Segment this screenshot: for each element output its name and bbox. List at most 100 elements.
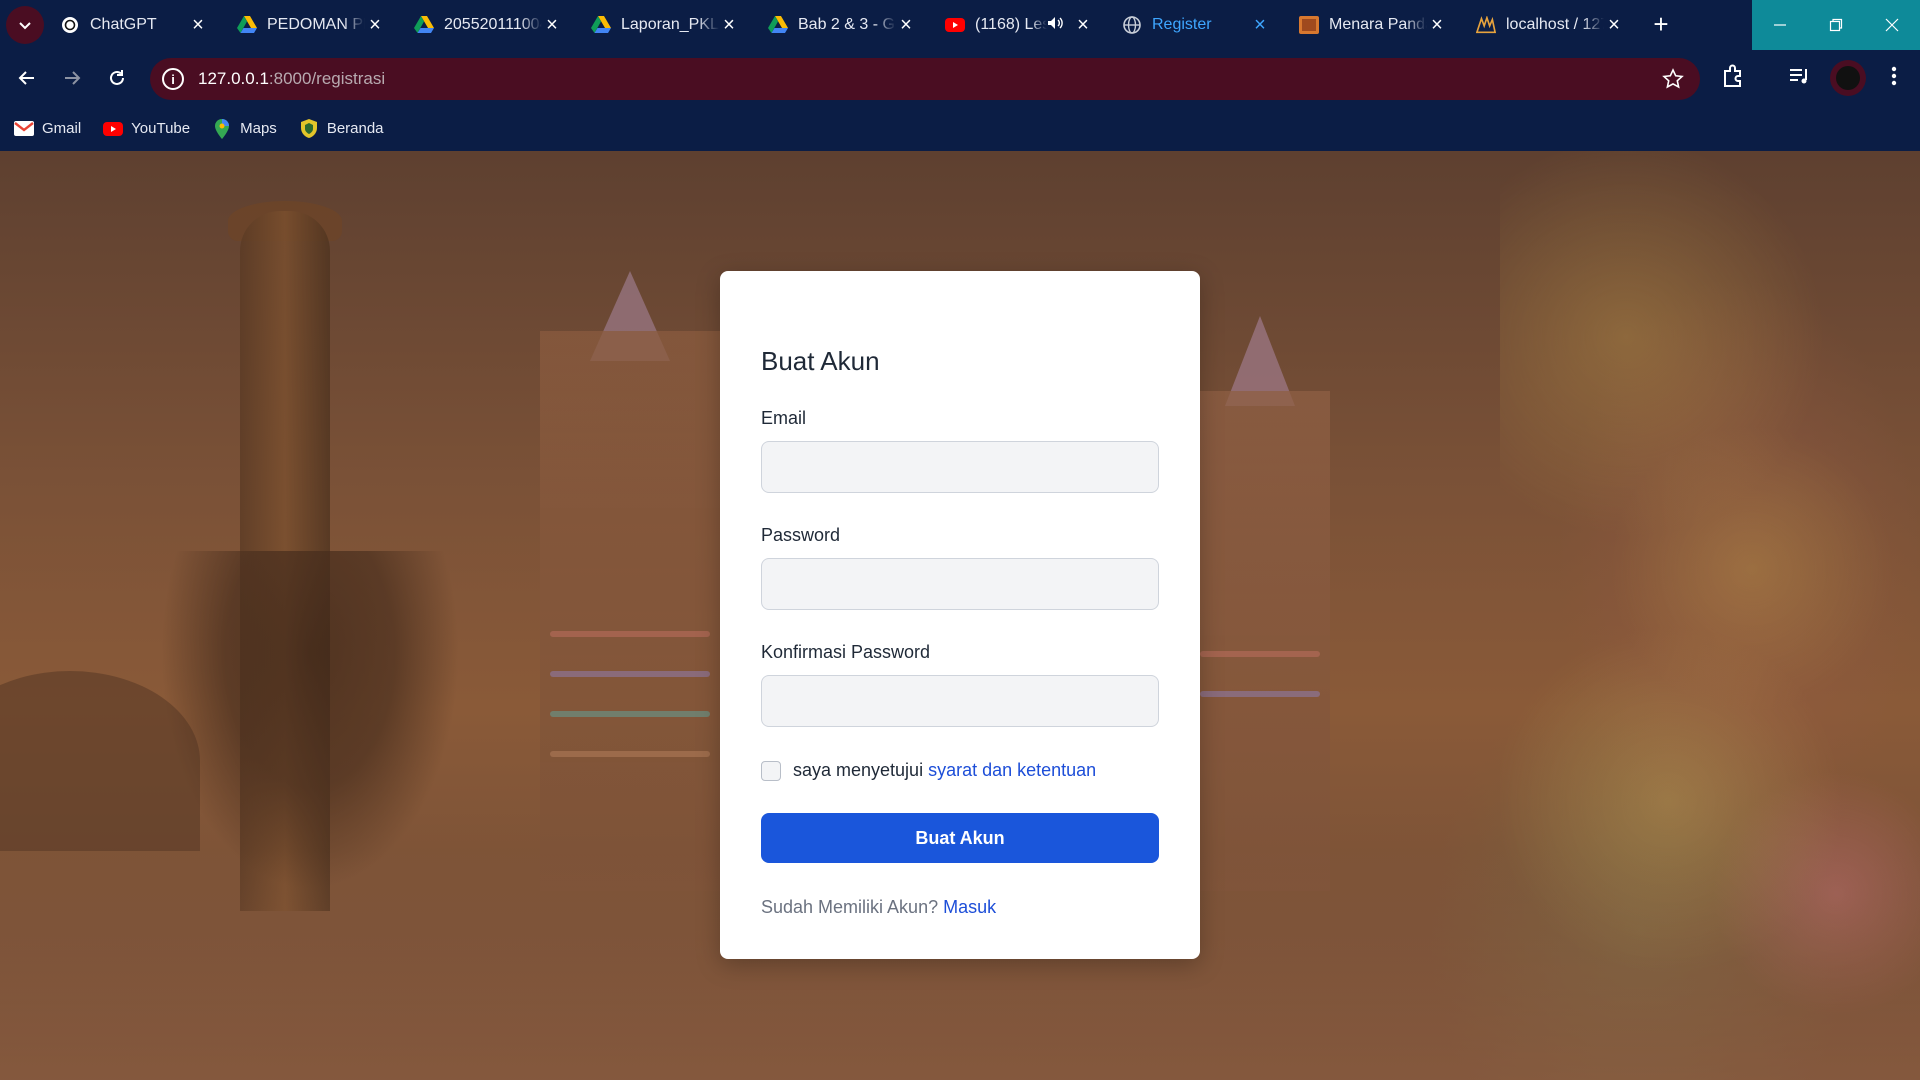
phpmyadmin-icon [1476,15,1496,35]
site-info-icon[interactable]: i [162,68,184,90]
minimize-button[interactable] [1752,0,1808,50]
bookmark-label: Gmail [42,120,82,137]
terms-agree-text: saya menyetujui [793,760,924,780]
tab-bab[interactable]: Bab 2 & 3 - Google × [754,6,926,44]
close-tab-icon[interactable]: × [719,15,739,35]
terms-checkbox[interactable] [761,760,781,781]
tab-title: localhost / 127 [1506,16,1604,33]
close-tab-icon[interactable]: × [1427,15,1447,35]
chevron-down-icon [19,22,31,30]
arrow-left-icon [18,71,34,85]
shield-crest-icon [299,119,319,138]
close-window-button[interactable] [1864,0,1920,50]
arrow-right-icon [65,71,81,85]
tab-title: Laporan_PKL [621,16,719,33]
image-icon [1299,15,1319,35]
background-building [540,331,720,891]
google-drive-icon [237,15,257,35]
gmail-icon [14,120,34,138]
close-tab-icon[interactable]: × [896,15,916,35]
confirm-password-field[interactable] [761,675,1159,727]
tab-title: Bab 2 & 3 - Google [798,16,896,33]
restore-icon [1829,18,1843,32]
bookmark-label: YouTube [131,120,191,137]
chatgpt-icon [60,15,80,35]
media-queue-icon [1790,69,1807,84]
media-controls-button[interactable] [1787,63,1813,94]
password-field[interactable] [761,558,1159,610]
tab-youtube[interactable]: (1168) Lesson × [931,6,1103,44]
browser-menu-button[interactable] [1881,63,1907,94]
url-path: :8000/registrasi [268,69,386,88]
close-tab-icon[interactable]: × [365,15,385,35]
tab-menara[interactable]: Menara Pandang × [1285,6,1457,44]
bookmarks-bar: Gmail YouTube Maps Beranda [0,106,1920,151]
tab-title: Menara Pandang [1329,16,1427,33]
close-tab-icon[interactable]: × [542,15,562,35]
google-drive-icon [768,15,788,35]
close-tab-icon[interactable]: × [1604,15,1624,35]
background-palms [160,551,460,891]
page-title: Buat Akun [761,346,880,376]
browser-toolbar: i 127.0.0.1:8000/registrasi [0,50,1920,106]
close-icon [1885,18,1899,32]
close-tab-icon[interactable]: × [188,15,208,35]
youtube-icon [945,15,965,35]
window-controls [1752,0,1920,50]
login-prompt-row: Sudah Memiliki Akun? Masuk [761,897,996,918]
tab-strip: ChatGPT × PEDOMAN PKL × 2055201110042 × … [0,0,1920,50]
new-tab-button[interactable]: + [1648,11,1674,38]
tab-chatgpt[interactable]: ChatGPT × [46,6,218,44]
bookmark-star-icon[interactable] [1662,68,1684,95]
terms-agreement: saya menyetujui syarat dan ketentuan [761,760,1096,781]
tab-register[interactable]: Register × [1108,6,1280,44]
terms-link[interactable]: syarat dan ketentuan [928,760,1096,781]
tab-drive-file[interactable]: 2055201110042 × [400,6,572,44]
confirm-password-label: Konfirmasi Password [761,642,931,662]
forward-button[interactable] [57,63,87,93]
email-label: Email [761,408,807,428]
back-button[interactable] [12,63,42,93]
tab-localhost[interactable]: localhost / 127 × [1462,6,1634,44]
puzzle-icon [1724,64,1741,87]
google-drive-icon [414,15,434,35]
url-text: 127.0.0.1:8000/registrasi [198,69,385,89]
password-label: Password [761,525,841,545]
tab-title: 2055201110042 [444,16,542,33]
tab-pedoman[interactable]: PEDOMAN PKL × [223,6,395,44]
tab-search-button[interactable] [6,6,44,44]
extensions-button[interactable] [1721,63,1747,94]
reload-button[interactable] [102,63,132,93]
bookmark-label: Maps [240,120,277,137]
reload-icon [110,70,124,85]
avatar-icon [1830,60,1866,96]
bookmark-maps[interactable]: Maps [212,118,277,139]
globe-icon [1122,15,1142,35]
tab-title: (1168) Lesson [975,16,1047,33]
background-building-right [1190,391,1330,891]
register-card: Buat Akun Email Password Konfirmasi Pass… [720,271,1200,959]
bookmark-beranda[interactable]: Beranda [299,119,384,138]
url-host: 127.0.0.1 [198,69,269,88]
speaker-icon[interactable] [1047,16,1063,35]
tab-title: ChatGPT [90,16,157,33]
youtube-icon [103,120,124,138]
minimize-icon [1774,24,1786,26]
login-prompt-text: Sudah Memiliki Akun? [761,897,939,917]
tab-title: PEDOMAN PKL [267,16,365,33]
tab-title: Register [1152,16,1212,33]
restore-button[interactable] [1808,0,1864,50]
profile-avatar[interactable] [1829,59,1867,102]
bookmark-youtube[interactable]: YouTube [103,120,190,138]
login-link[interactable]: Masuk [943,897,996,917]
address-bar[interactable]: i 127.0.0.1:8000/registrasi [150,58,1700,100]
tab-laporan[interactable]: Laporan_PKL × [577,6,749,44]
create-account-button[interactable]: Buat Akun [761,813,1159,863]
maps-pin-icon [212,118,232,139]
kebab-menu-icon [1891,66,1897,86]
bookmark-gmail[interactable]: Gmail [14,120,81,138]
google-drive-icon [591,15,611,35]
close-tab-icon[interactable]: × [1073,15,1093,35]
close-tab-icon[interactable]: × [1250,15,1270,35]
email-field[interactable] [761,441,1159,493]
